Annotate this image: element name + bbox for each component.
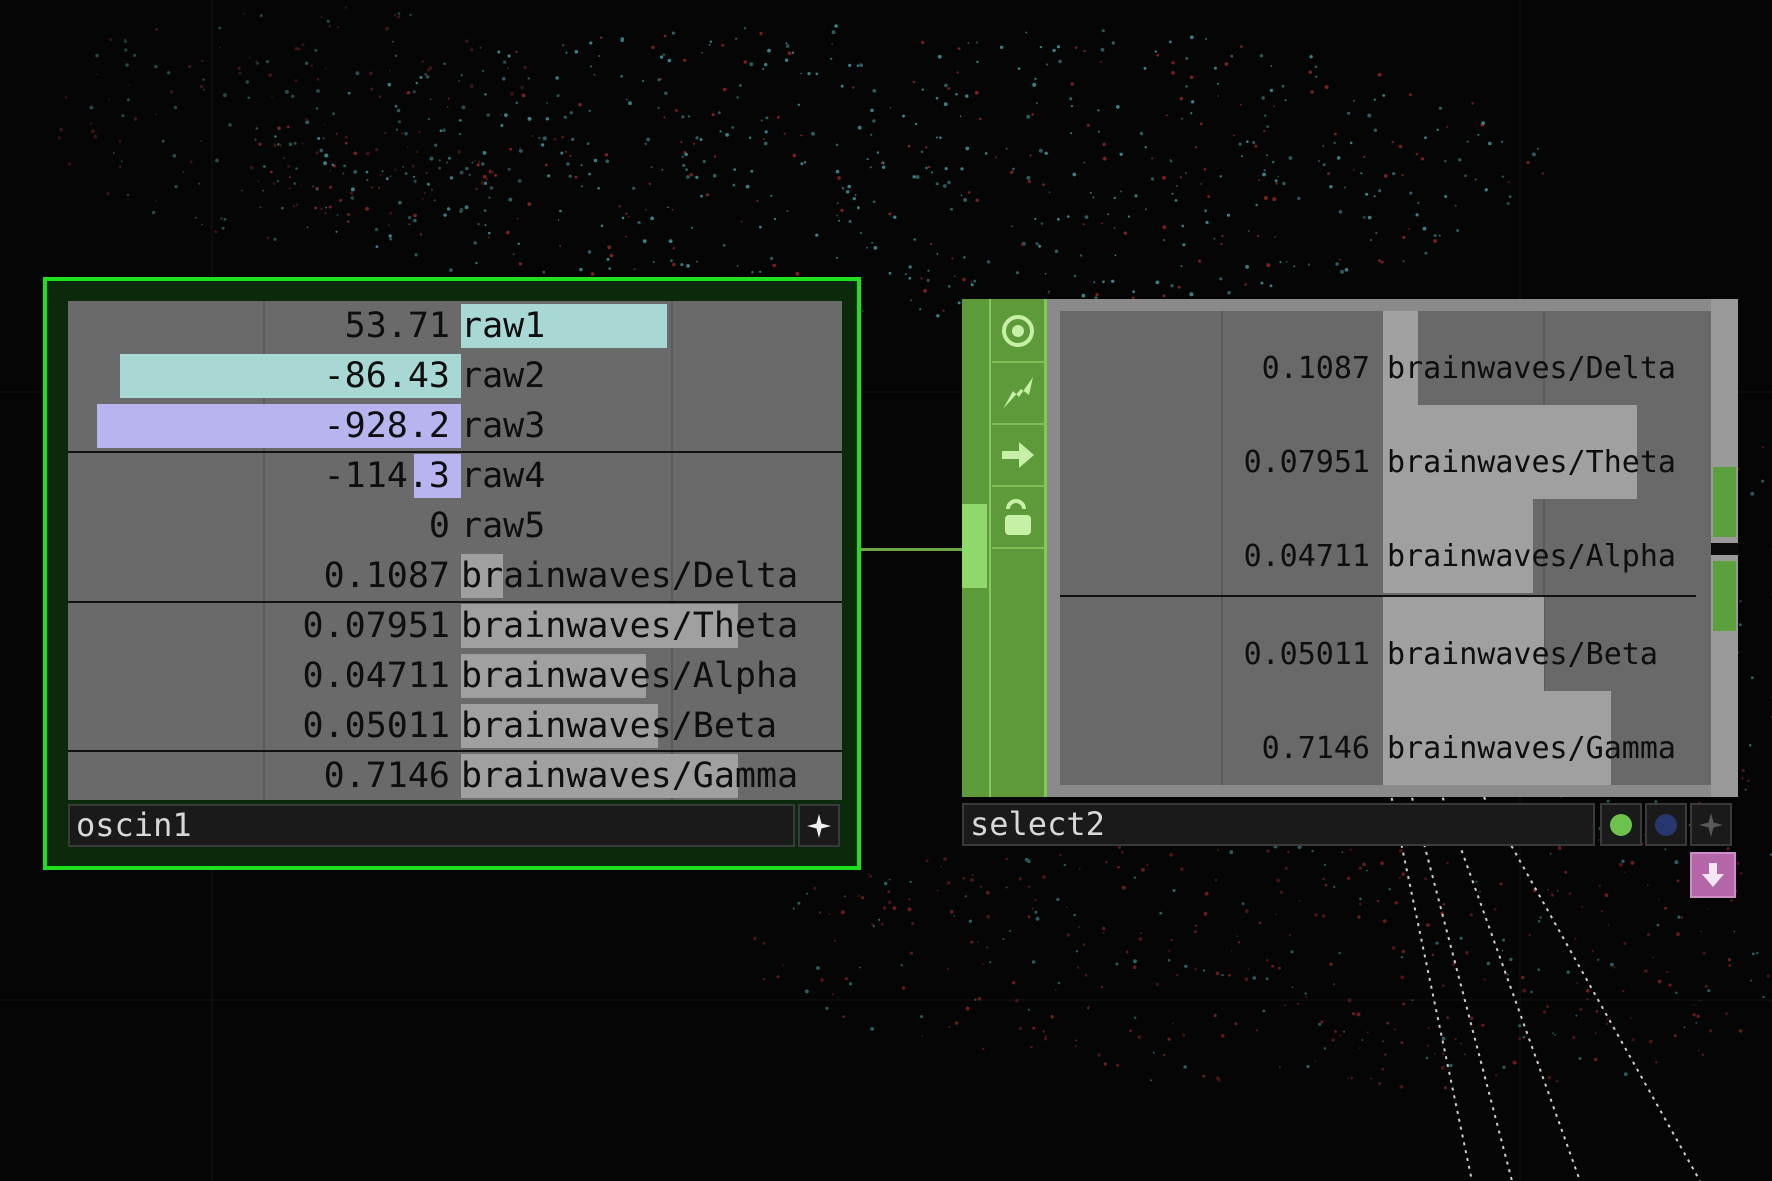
channel-value: 0.1087 — [1261, 351, 1370, 386]
select2-channel-viewer: 0.1087 brainwaves/Delta 0.07951 brainwav… — [1060, 311, 1722, 785]
pin-button[interactable] — [1690, 803, 1732, 846]
channel-row: 0.05011 brainwaves/Beta — [68, 701, 842, 751]
channel-value: -86.43 — [323, 356, 450, 396]
channel-row: 0.1087 brainwaves/Delta — [1060, 311, 1722, 405]
output-button[interactable] — [1690, 852, 1736, 898]
channel-row: 0.7146 brainwaves/Gamma — [1060, 691, 1722, 785]
pin-button[interactable] — [798, 804, 840, 847]
down-arrow-icon — [1702, 863, 1724, 887]
green-dot-icon — [1610, 813, 1632, 836]
channel-name: brainwaves/Alpha — [461, 656, 799, 696]
channel-name: raw1 — [461, 306, 546, 346]
side-divider — [989, 299, 991, 797]
channel-value: 0.7146 — [323, 756, 450, 796]
bypass-arrow-icon — [1002, 442, 1034, 468]
channel-value: 0 — [428, 506, 450, 546]
channel-row: 0.1087 brainwaves/Delta — [68, 551, 842, 601]
scrollbar-thumb[interactable] — [1713, 467, 1736, 537]
scrollbar-thumb[interactable] — [1713, 561, 1736, 631]
channel-row: -928.2 raw3 — [68, 401, 842, 451]
channel-row: 0 raw5 — [68, 501, 842, 551]
channel-name: brainwaves/Delta — [1387, 351, 1676, 386]
connection-wire[interactable] — [843, 548, 963, 551]
viewer-toggle-button[interactable] — [992, 301, 1044, 363]
channel-row: -114.3 raw4 — [68, 451, 842, 501]
bypass-button[interactable] — [992, 425, 1044, 487]
channel-name: raw2 — [461, 356, 546, 396]
select2-node[interactable]: 0.1087 brainwaves/Delta 0.07951 brainwav… — [962, 299, 1738, 797]
channel-value: 53.71 — [344, 306, 450, 346]
cook-button[interactable] — [992, 363, 1044, 425]
lock-icon — [1005, 499, 1031, 535]
channel-name: brainwaves/Gamma — [461, 756, 799, 796]
oscin1-channel-viewer: 53.71 raw1 -86.43 raw2 -928.2 raw3 -114.… — [68, 301, 842, 800]
channel-name: brainwaves/Beta — [1387, 637, 1658, 672]
channel-row: 0.04711 brainwaves/Alpha — [1060, 499, 1722, 593]
display-flag-button[interactable] — [1600, 803, 1642, 846]
node-side-panel — [962, 299, 1047, 797]
cook-icon — [1003, 377, 1033, 409]
channel-value: 0.04711 — [1243, 539, 1370, 574]
channel-name: raw4 — [461, 456, 546, 496]
input-connector[interactable] — [962, 504, 987, 588]
channel-value: 0.07951 — [302, 606, 450, 646]
render-flag-button[interactable] — [1645, 803, 1687, 846]
scrollbar-gap — [1711, 543, 1738, 555]
channel-name: brainwaves/Theta — [461, 606, 799, 646]
channel-value: 0.07951 — [1243, 445, 1370, 480]
channel-name: brainwaves/Beta — [461, 706, 778, 746]
oscin1-node[interactable]: 53.71 raw1 -86.43 raw2 -928.2 raw3 -114.… — [43, 277, 861, 870]
node-name-field[interactable]: select2 — [962, 803, 1595, 846]
channel-name: brainwaves/Alpha — [1387, 539, 1676, 574]
node-name-field[interactable]: oscin1 — [68, 804, 795, 847]
sparkle-icon — [807, 813, 831, 838]
channel-name: brainwaves/Gamma — [1387, 731, 1676, 766]
channel-value: 0.1087 — [323, 556, 450, 596]
channel-row: 0.07951 brainwaves/Theta — [68, 601, 842, 651]
channel-name: brainwaves/Delta — [461, 556, 799, 596]
viewer-scrollbar[interactable] — [1711, 299, 1738, 797]
viewer-icon — [1002, 315, 1034, 347]
channel-value: 0.04711 — [302, 656, 450, 696]
channel-name: brainwaves/Theta — [1387, 445, 1676, 480]
channel-row: -86.43 raw2 — [68, 351, 842, 401]
lock-button[interactable] — [992, 487, 1044, 549]
channel-value: 0.7146 — [1261, 731, 1370, 766]
channel-row: 0.04711 brainwaves/Alpha — [68, 651, 842, 701]
channel-row: 0.7146 brainwaves/Gamma — [68, 751, 842, 800]
channel-row: 53.71 raw1 — [68, 301, 842, 351]
channel-value: 0.05011 — [1243, 637, 1370, 672]
blue-dot-icon — [1655, 813, 1677, 836]
channel-value: 0.05011 — [302, 706, 450, 746]
channel-row: 0.05011 brainwaves/Beta — [1060, 597, 1722, 691]
channel-name: raw5 — [461, 506, 546, 546]
channel-name: raw3 — [461, 406, 546, 446]
channel-value: -928.2 — [323, 406, 450, 446]
sparkle-icon — [1699, 812, 1723, 837]
channel-row: 0.07951 brainwaves/Theta — [1060, 405, 1722, 499]
channel-value: -114.3 — [323, 456, 450, 496]
